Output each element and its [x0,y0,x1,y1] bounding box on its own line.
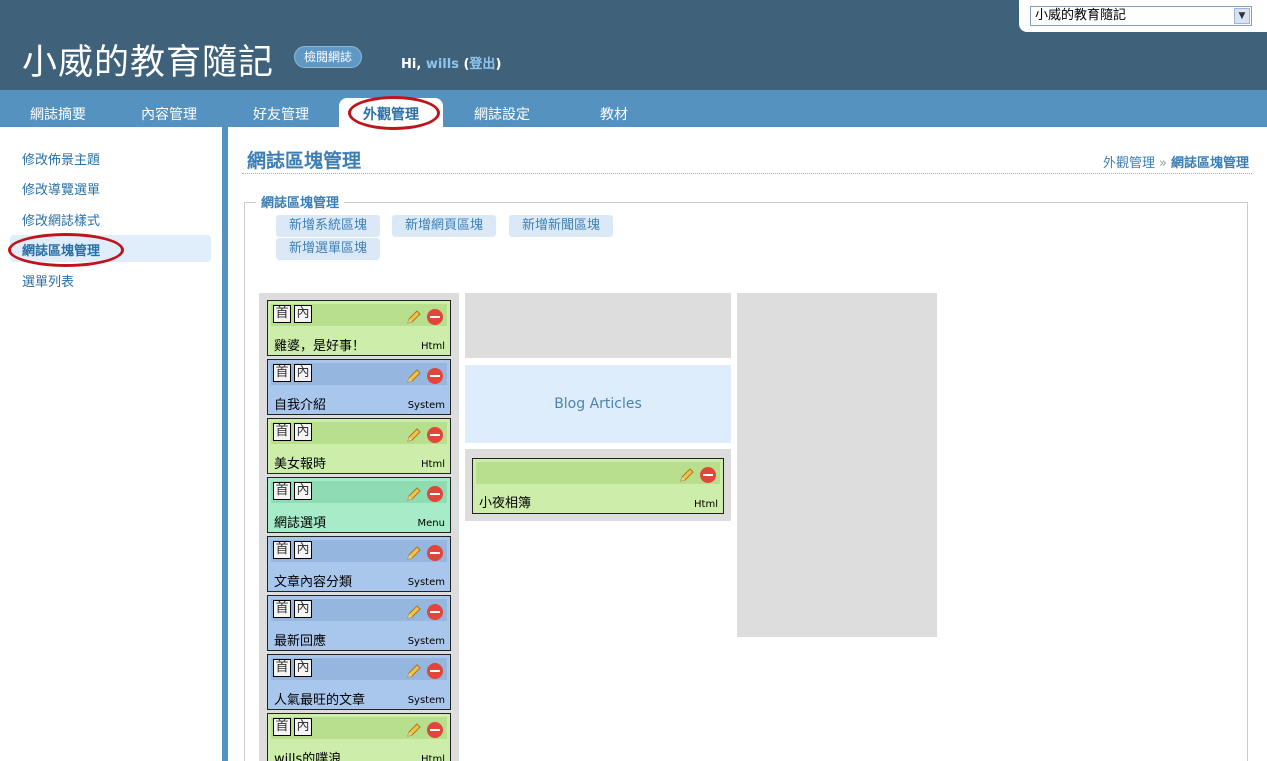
sidebar-item-theme[interactable]: 修改佈景主題 [22,149,100,168]
widget-block[interactable]: 首內最新回應 System [267,595,451,651]
panel-legend: 網誌區塊管理 [256,192,345,211]
add-system-block-button[interactable]: 新增系統區塊 [276,215,381,237]
right-column-dropzone[interactable] [737,293,937,637]
widget-type: Html [694,499,718,510]
widget-name: 最新回應 [274,634,327,649]
widget-type: Html [421,754,445,761]
sidebar-item-menu-list[interactable]: 選單列表 [22,271,74,290]
tab-appearance-management[interactable]: 外觀管理 [339,98,443,128]
delete-icon[interactable] [700,467,716,483]
home-tag[interactable]: 首 [273,541,291,559]
delete-icon[interactable] [427,427,443,443]
delete-icon[interactable] [427,368,443,384]
logout-link[interactable]: 登出 [469,57,495,72]
widget-block[interactable]: 首內網誌選項 Menu [267,477,451,533]
home-tag[interactable]: 首 [273,600,291,618]
widget-name: 自我介紹 [274,398,327,413]
widget-name: 美女報時 [274,457,327,472]
add-menu-block-button[interactable]: 新增選單區塊 [276,238,381,260]
widget-name: wills的噗浪 [274,752,342,761]
inner-tag[interactable]: 內 [294,364,312,382]
chevron-down-icon[interactable]: ▼ [1234,8,1250,24]
widget-type: System [407,577,445,588]
widget-type: Html [421,341,445,352]
widget-block[interactable]: 首內文章內容分類 System [267,536,451,592]
widget-name: 文章內容分類 [274,575,353,590]
tab-blog-settings[interactable]: 網誌設定 [474,104,530,124]
inner-tag[interactable]: 內 [294,600,312,618]
title-divider [242,173,1252,174]
widget-type: System [407,636,445,647]
widget-name: 人氣最旺的文章 [274,693,366,708]
greeting: Hi, wills (登出) [401,53,501,72]
delete-icon[interactable] [427,486,443,502]
pencil-icon[interactable] [405,367,423,385]
widget-name: 小夜相簿 [479,496,532,511]
add-web-block-button[interactable]: 新增網頁區塊 [392,215,497,237]
pencil-icon[interactable] [405,662,423,680]
tab-content-management[interactable]: 內容管理 [141,104,197,124]
pencil-icon[interactable] [405,721,423,739]
pencil-icon[interactable] [405,426,423,444]
sidebar-divider [222,127,228,761]
greeting-prefix: Hi, [401,57,422,72]
widget-block[interactable]: 首內 wills的噗浪 Html [267,713,451,761]
sidebar-item-nav-menu[interactable]: 修改導覽選單 [22,179,100,198]
widget-block[interactable]: 首內雞婆，是好事！ Html [267,300,451,356]
widget-type: System [407,400,445,411]
inner-tag[interactable]: 內 [294,541,312,559]
widget-name: 網誌選項 [274,516,327,531]
breadcrumb-parent[interactable]: 外觀管理 [1103,156,1155,171]
close-paren: ) [495,57,502,72]
home-tag[interactable]: 首 [273,305,291,323]
widget-block[interactable]: 首內人氣最旺的文章 System [267,654,451,710]
home-tag[interactable]: 首 [273,423,291,441]
pencil-icon[interactable] [678,466,696,484]
home-tag[interactable]: 首 [273,718,291,736]
home-tag[interactable]: 首 [273,482,291,500]
tab-blog-summary[interactable]: 網誌摘要 [30,104,86,124]
inner-tag[interactable]: 內 [294,482,312,500]
inner-tag[interactable]: 內 [294,423,312,441]
header: 小威的教育隨記 檢閱網誌 Hi, wills (登出) 小威的教育隨記 ▼ [0,0,1267,90]
blog-selector[interactable]: 小威的教育隨記 ▼ [1030,6,1252,26]
widget-block[interactable]: 首內自我介紹 System [267,359,451,415]
delete-icon[interactable] [427,604,443,620]
inner-tag[interactable]: 內 [294,305,312,323]
add-news-block-button[interactable]: 新增新聞區塊 [509,215,614,237]
widget-type: Menu [417,518,445,529]
blog-selector-value: 小威的教育隨記 [1035,8,1127,23]
pencil-icon[interactable] [405,544,423,562]
home-tag[interactable]: 首 [273,364,291,382]
delete-icon[interactable] [427,722,443,738]
sidebar-item-block-management[interactable]: 網誌區塊管理 [10,235,211,262]
home-tag[interactable]: 首 [273,659,291,677]
sidebar-item-blog-style[interactable]: 修改網誌樣式 [22,210,100,229]
pencil-icon[interactable] [405,485,423,503]
widget-name: 雞婆，是好事！ [274,339,366,354]
center-top-dropzone[interactable] [465,293,731,358]
breadcrumb-separator: » [1159,156,1167,171]
widget-block[interactable]: 小夜相簿 Html [472,458,724,514]
breadcrumb-current: 網誌區塊管理 [1170,156,1249,171]
inner-tag[interactable]: 內 [294,718,312,736]
widget-type: System [407,695,445,706]
blog-articles-block: Blog Articles [465,365,731,443]
delete-icon[interactable] [427,663,443,679]
breadcrumb: 外觀管理 » 網誌區塊管理 [1103,152,1249,171]
widget-type: Html [421,459,445,470]
view-blog-button[interactable]: 檢閱網誌 [294,46,363,68]
delete-icon[interactable] [427,309,443,325]
site-title[interactable]: 小威的教育隨記 [22,34,274,85]
widget-block[interactable]: 首內美女報時 Html [267,418,451,474]
pencil-icon[interactable] [405,603,423,621]
inner-tag[interactable]: 內 [294,659,312,677]
tab-teaching-materials[interactable]: 教材 [600,104,628,124]
username-link[interactable]: wills [426,57,459,72]
tab-friend-management[interactable]: 好友管理 [253,104,309,124]
blog-selector-container: 小威的教育隨記 ▼ [1019,0,1267,32]
page-title: 網誌區塊管理 [247,150,362,172]
delete-icon[interactable] [427,545,443,561]
pencil-icon[interactable] [405,308,423,326]
